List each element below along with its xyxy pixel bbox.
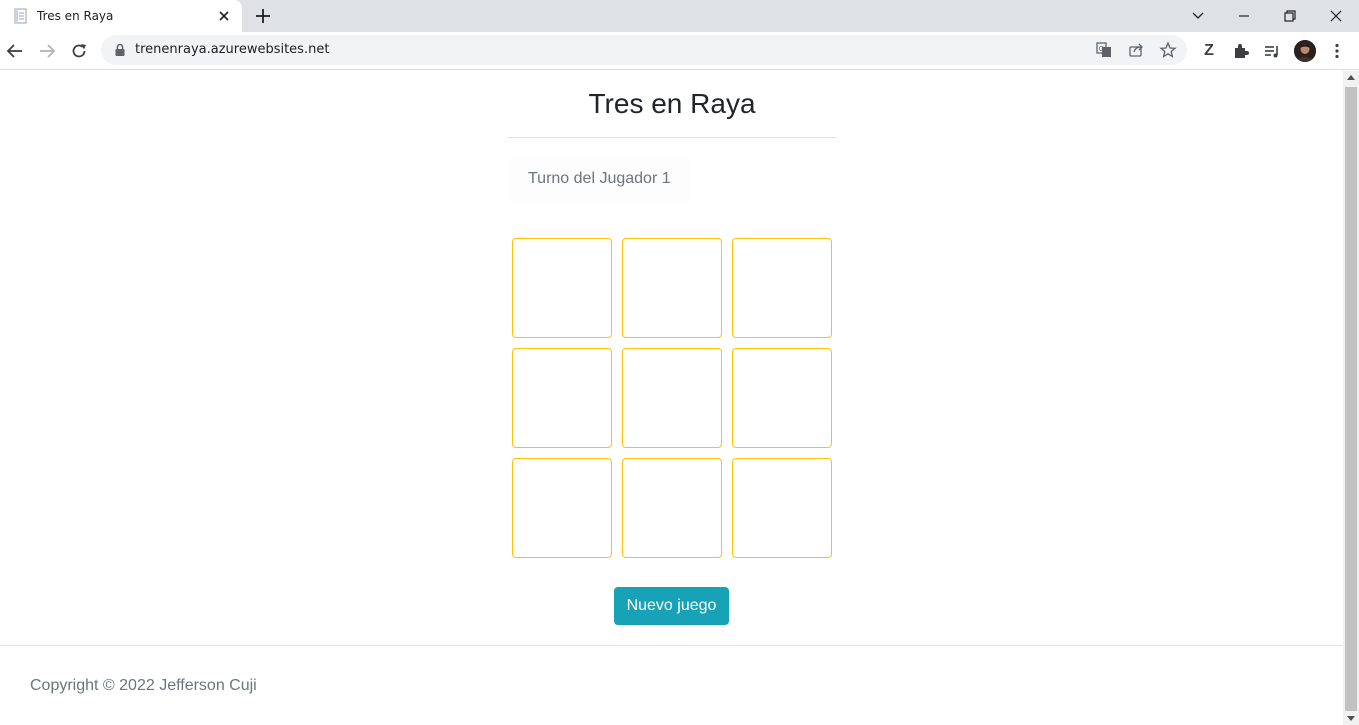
arrow-left-icon[interactable]	[5, 41, 25, 61]
translate-icon[interactable]: G	[1095, 41, 1113, 59]
footer-divider	[0, 645, 1343, 646]
restore-icon[interactable]	[1280, 6, 1300, 26]
minimize-icon[interactable]	[1234, 6, 1254, 26]
chevron-down-icon[interactable]	[1188, 6, 1208, 26]
board-cell-3[interactable]	[732, 238, 832, 338]
browser-tab-active[interactable]: Tres en Raya	[0, 0, 242, 32]
avatar[interactable]	[1294, 40, 1316, 62]
kebab-menu-icon[interactable]	[1327, 41, 1347, 61]
window-close-icon[interactable]	[1326, 6, 1346, 26]
new-game-button[interactable]: Nuevo juego	[614, 587, 729, 625]
browser-toolbar: trenenraya.azurewebsites.net G Z	[0, 32, 1359, 70]
svg-text:G: G	[1099, 46, 1104, 53]
game-board	[512, 238, 832, 558]
footer-copyright: Copyright © 2022 Jefferson Cuji	[30, 677, 257, 694]
title-divider	[507, 137, 837, 138]
scroll-up-arrow-icon[interactable]	[1347, 75, 1355, 80]
tab-strip: Tres en Raya	[0, 0, 1359, 32]
scroll-down-arrow-icon[interactable]	[1347, 716, 1355, 721]
board-cell-4[interactable]	[512, 348, 612, 448]
board-cell-9[interactable]	[732, 458, 832, 558]
close-icon[interactable]	[216, 8, 232, 24]
tab-title: Tres en Raya	[37, 9, 114, 23]
puzzle-icon[interactable]	[1231, 41, 1251, 61]
page-scrollbar[interactable]	[1343, 71, 1359, 725]
media-queue-icon[interactable]	[1262, 41, 1282, 61]
board-cell-2[interactable]	[622, 238, 722, 338]
reload-icon[interactable]	[69, 41, 89, 61]
plus-icon[interactable]	[254, 7, 272, 25]
url-text[interactable]: trenenraya.azurewebsites.net	[135, 42, 329, 57]
scroll-thumb[interactable]	[1345, 87, 1357, 711]
lock-icon[interactable]	[114, 43, 126, 57]
turn-status-box: Turno del Jugador 1	[507, 158, 689, 202]
board-cell-5[interactable]	[622, 348, 722, 448]
board-cell-1[interactable]	[512, 238, 612, 338]
board-cell-7[interactable]	[512, 458, 612, 558]
extension-z-icon[interactable]: Z	[1200, 41, 1218, 61]
board-cell-8[interactable]	[622, 458, 722, 558]
document-icon	[14, 8, 27, 24]
page-viewport: Tres en Raya Turno del Jugador 1 Nuevo j…	[0, 71, 1343, 725]
share-icon[interactable]	[1127, 41, 1145, 59]
address-bar[interactable]: trenenraya.azurewebsites.net G	[101, 35, 1187, 65]
board-cell-6[interactable]	[732, 348, 832, 448]
turn-status: Turno del Jugador 1	[528, 170, 671, 187]
arrow-right-icon[interactable]	[37, 41, 57, 61]
page-title: Tres en Raya	[588, 88, 756, 119]
star-icon[interactable]	[1159, 41, 1177, 59]
profile-photo-icon	[1294, 40, 1316, 62]
